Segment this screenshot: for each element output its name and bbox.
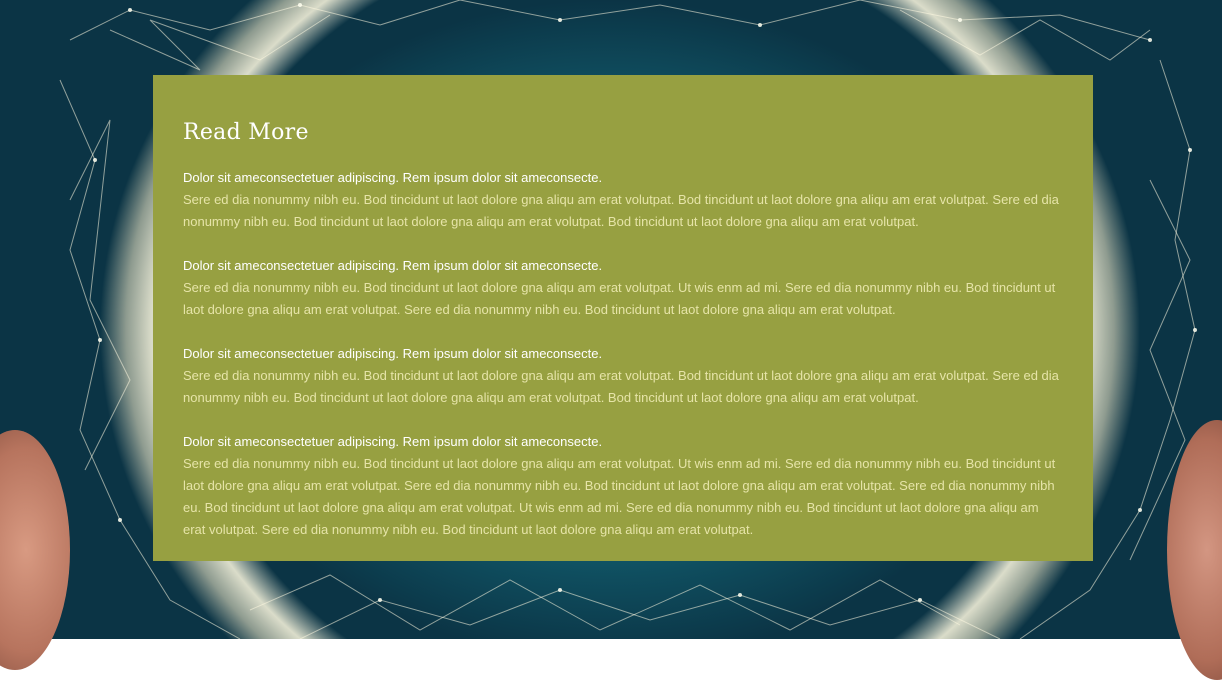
entry-body: Sere ed dia nonummy nibh eu. Bod tincidu…	[183, 368, 1059, 405]
read-more-panel: Read More Dolor sit ameconsectetuer adip…	[153, 75, 1093, 561]
entry-body: Sere ed dia nonummy nibh eu. Bod tincidu…	[183, 192, 1059, 229]
entry-item: Dolor sit ameconsectetuer adipiscing. Re…	[183, 343, 1063, 409]
entry-item: Dolor sit ameconsectetuer adipiscing. Re…	[183, 167, 1063, 233]
entry-heading: Dolor sit ameconsectetuer adipiscing. Re…	[183, 258, 603, 273]
entry-item: Dolor sit ameconsectetuer adipiscing. Re…	[183, 431, 1063, 541]
entry-body: Sere ed dia nonummy nibh eu. Bod tincidu…	[183, 280, 1056, 317]
entry-heading: Dolor sit ameconsectetuer adipiscing. Re…	[183, 434, 603, 449]
entry-body: Sere ed dia nonummy nibh eu. Bod tincidu…	[183, 456, 1056, 537]
panel-title: Read More	[183, 120, 309, 145]
entry-item: Dolor sit ameconsectetuer adipiscing. Re…	[183, 255, 1063, 321]
entry-heading: Dolor sit ameconsectetuer adipiscing. Re…	[183, 346, 603, 361]
entry-heading: Dolor sit ameconsectetuer adipiscing. Re…	[183, 170, 603, 185]
